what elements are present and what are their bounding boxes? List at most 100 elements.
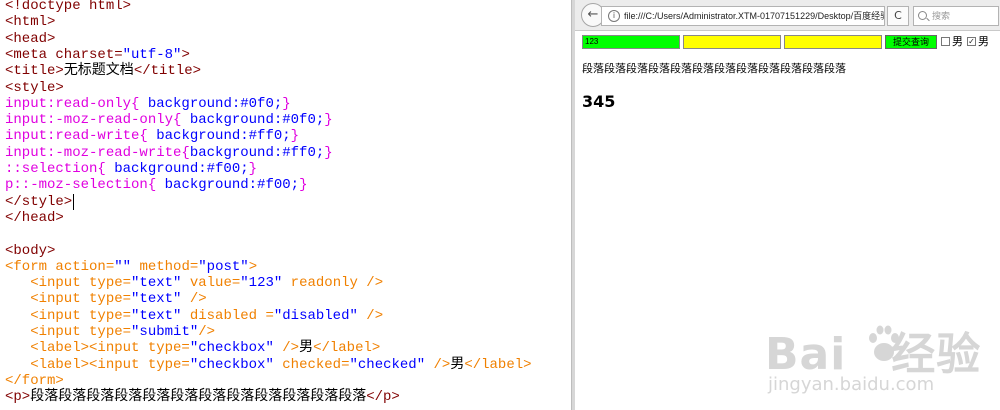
code-line: input:-moz-read-write{background:#ff0;} [5,145,333,161]
search-icon [918,11,927,20]
code-line: <body> [5,243,55,259]
url-text[interactable]: file:///C:/Users/Administrator.XTM-01707… [624,7,884,25]
code-token: type= [89,291,132,307]
code-token: background:#f00; [164,177,300,193]
code-token: > [248,259,258,275]
code-token: </form> [5,373,64,389]
code-line: <input type="text" value="123" readonly … [5,275,383,291]
code-token: p::-moz-selection{ [5,177,165,193]
code-editor[interactable]: <!doctype html> <html> <head> <meta charset… [0,0,571,410]
code-token: </label> [464,357,532,373]
reload-button[interactable]: C [887,6,909,26]
code-token: 男 [299,340,314,356]
code-token: </head> [5,210,64,226]
code-line: <title>无标题文档</title> [5,63,201,79]
code-token: </title> [133,63,202,79]
code-token: <body> [5,243,56,259]
code-token: "checkbox" [189,357,274,373]
checkbox-label-2[interactable]: 男 [978,35,989,49]
code-token: "text" [131,275,182,291]
code-token: <label><input [5,340,148,356]
info-icon[interactable]: i [608,10,620,22]
code-token: <!doctype html> [5,0,132,14]
code-line: </head> [5,210,64,226]
checkbox-male-1[interactable] [941,37,950,46]
watermark-url: jingyan.baidu.com [768,374,935,395]
code-token: > [181,47,190,63]
code-line: input:read-write{ background:#ff0;} [5,128,299,144]
code-line: <input type="submit"/> [5,324,215,340]
heading-345: 345 [582,92,616,111]
search-bar[interactable]: 搜索 [913,6,999,26]
paragraph-text: 段落段落段落段落段落段落段落段落段落段落段落段落 [582,62,846,75]
baidu-paw-icon [869,325,899,361]
code-token: /> [357,308,384,324]
code-token: type= [89,324,132,340]
code-token: 无标题文档 [63,63,134,79]
code-token: <input [5,324,90,340]
code-token: /> [198,324,216,340]
baidu-jingyan-watermark: Bai 经验 jingyan.baidu.com [765,318,990,404]
browser-toolbar: ← i file:///C:/Users/Administrator.XTM-0… [575,0,1000,31]
code-token: <title> [5,63,64,79]
code-token: 男 [450,357,465,373]
code-line: <p>段落段落段落段落段落段落段落段落段落段落段落段落</p> [5,389,400,405]
code-token: } [290,128,300,144]
url-bar[interactable]: i file:///C:/Users/Administrator.XTM-017… [601,6,885,26]
code-token: } [324,112,333,128]
code-token: background:#0f0; [147,96,283,112]
code-token: 段落段落段落段落段落段落段落段落段落段落段落段落 [30,389,367,405]
checkbox-label-1[interactable]: 男 [952,35,963,49]
code-token: disabled = [181,308,274,324]
code-token: /> [181,291,207,307]
checkbox-male-2[interactable]: ✓ [967,37,976,46]
code-token: "checkbox" [189,340,274,356]
code-line: input:-moz-read-only{ background:#0f0;} [5,112,333,128]
code-token: type= [89,308,132,324]
disabled-input [784,35,882,49]
code-token: /> [273,340,300,356]
code-token: } [282,96,291,112]
submit-button[interactable]: 提交查询 [885,35,937,49]
code-line: <input type="text" disabled ="disabled" … [5,308,383,324]
code-token: type= [147,340,190,356]
code-token: <html> [5,14,56,30]
code-token: input:read-write{ [5,128,157,144]
code-token: } [299,177,308,193]
code-line: <input type="text" /> [5,291,207,307]
search-placeholder: 搜索 [932,11,951,21]
code-token: input:-moz-read-only{ [5,112,190,128]
code-line: <meta charset="utf-8"> [5,47,190,63]
code-token: "" [114,259,132,275]
code-token: <input [5,291,90,307]
code-token: <form [5,259,56,275]
code-line: <style> [5,80,64,96]
code-token: "post" [198,259,249,275]
text-caret [73,194,74,210]
code-token: <input [5,308,90,324]
code-token: "utf-8" [122,47,182,63]
code-token: background:#ff0; [156,128,291,144]
code-line: <label><input type="checkbox" checked="c… [5,357,532,373]
code-token: value= [181,275,241,291]
code-token: <p> [5,389,31,405]
back-arrow-icon: ← [587,7,599,22]
code-token: type= [147,357,190,373]
check-icon: ✓ [968,37,975,46]
code-token: "text" [131,291,182,307]
code-token: "disabled" [273,308,358,324]
code-line: <html> [5,14,55,30]
code-line: <head> [5,31,55,47]
reload-icon: C [894,9,902,22]
code-token: readonly /> [282,275,384,291]
code-line: </form> [5,373,64,389]
code-token: <style> [5,80,64,96]
code-token: } [248,161,258,177]
text-input[interactable] [683,35,781,49]
code-token: </label> [313,340,381,356]
code-token: checked= [273,357,350,373]
code-token: <label><input [5,357,148,373]
code-token: /> [425,357,451,373]
code-token: ::selection{ [5,161,115,177]
readonly-input[interactable]: 123 [582,35,680,49]
